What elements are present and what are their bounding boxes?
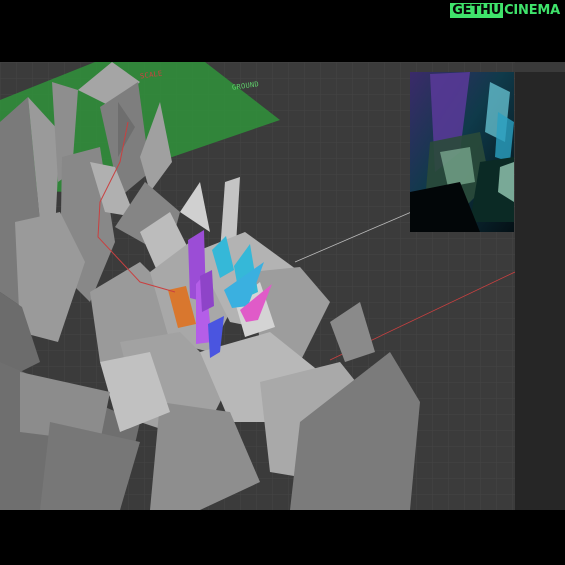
brand-logo-part2: CINEMA: [504, 3, 560, 18]
3d-viewport[interactable]: GROUND SCALE: [0, 62, 565, 510]
brand-logo-part1: GETHU: [450, 3, 504, 18]
brand-logo: GETHU CINEMA: [450, 3, 560, 18]
side-panel: [515, 62, 565, 510]
viewport-scene[interactable]: [0, 62, 565, 510]
reference-image[interactable]: [410, 72, 514, 232]
side-panel-header: [515, 62, 565, 72]
